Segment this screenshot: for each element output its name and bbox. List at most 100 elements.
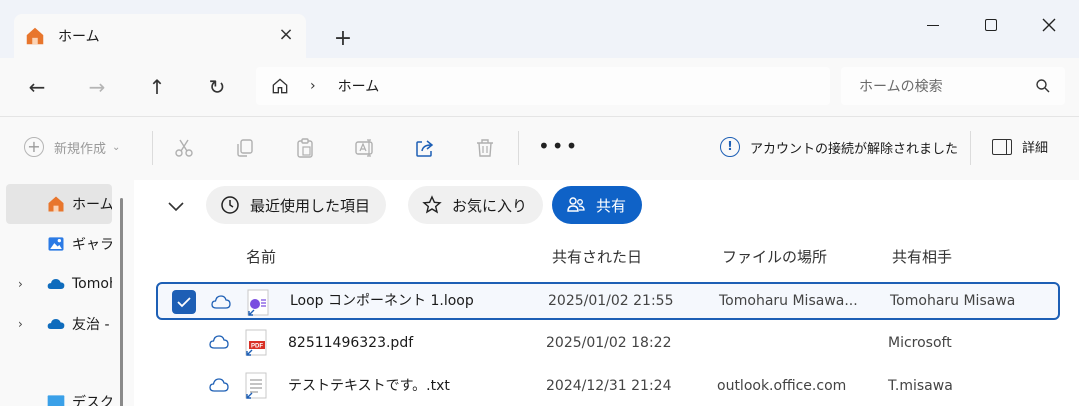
sidebar-item-desktop[interactable]: デスクトップ xyxy=(6,382,112,406)
sidebar-item-home[interactable]: ホーム xyxy=(6,184,112,224)
details-label: 詳細 xyxy=(1022,141,1049,156)
up-button[interactable]: ↑ xyxy=(144,74,170,100)
expand-chevron-icon[interactable]: › xyxy=(18,277,23,291)
divider xyxy=(518,131,519,165)
star-icon xyxy=(422,195,442,214)
address-bar[interactable]: › ホーム xyxy=(256,67,830,105)
divider xyxy=(970,131,971,165)
new-button[interactable]: + 新規作成 ⌄ xyxy=(24,137,120,157)
info-icon: ! xyxy=(720,137,740,157)
filter-shared-label: 共有 xyxy=(596,196,627,215)
desktop-icon xyxy=(47,395,65,406)
cloud-status-icon xyxy=(209,378,229,392)
home-icon xyxy=(26,27,44,45)
checkmark-icon xyxy=(177,297,191,308)
sidebar-item-label: 友治 - 個人用 xyxy=(72,317,112,333)
table-row[interactable]: Loop コンポーネント 1.loop 2025/01/02 21:55 Tom… xyxy=(156,282,1060,320)
row-checkbox[interactable] xyxy=(172,290,196,314)
details-button[interactable]: 詳細 xyxy=(992,137,1048,156)
sidebar-item-onedrive-personal[interactable]: › 友治 - 個人用 xyxy=(6,304,112,344)
column-header-location[interactable]: ファイルの場所 xyxy=(722,246,827,267)
filter-favorites[interactable]: お気に入り xyxy=(408,186,544,224)
navigation-pane: ホーム ギャラリー › Tomoharu › 友治 - 個人用 xyxy=(0,180,134,406)
loop-file-icon xyxy=(247,289,269,316)
pdf-file-icon: PDF xyxy=(245,329,267,356)
file-shared-with: Tomoharu Misawa xyxy=(890,293,1016,309)
more-options-button[interactable]: ••• xyxy=(538,136,579,156)
tab-home[interactable]: ホーム × xyxy=(14,14,306,58)
title-bar: ホーム × + xyxy=(0,0,1079,58)
sidebar-item-label: ギャラリー xyxy=(72,237,112,253)
details-pane-icon xyxy=(992,138,1012,155)
svg-text:PDF: PDF xyxy=(251,344,263,350)
clipboard-icon xyxy=(297,138,313,158)
gallery-icon xyxy=(48,237,64,251)
breadcrumb-chevron-icon: › xyxy=(310,78,316,94)
notice-text: アカウントの接続が解除されました xyxy=(750,141,959,157)
command-bar: + 新規作成 ⌄ ••• ! アカウントの接続が解除されました 詳細 xyxy=(0,116,1079,180)
clock-icon xyxy=(221,196,239,214)
expand-chevron-icon[interactable]: › xyxy=(18,317,23,331)
trash-icon xyxy=(477,139,493,157)
close-icon xyxy=(1042,18,1056,32)
copy-button[interactable] xyxy=(234,137,256,159)
search-input[interactable]: ホームの検索 xyxy=(841,67,1065,105)
minimize-icon xyxy=(927,25,939,27)
refresh-button[interactable]: ↻ xyxy=(204,74,230,100)
cloud-status-icon xyxy=(211,295,231,309)
copy-icon xyxy=(237,139,253,157)
table-row[interactable]: PDF 82511496323.pdf 2025/01/02 18:22 Mic… xyxy=(156,324,1060,362)
file-shared-with: T.misawa xyxy=(888,378,953,394)
filter-favorites-label: お気に入り xyxy=(452,196,528,215)
sidebar-item-gallery[interactable]: ギャラリー xyxy=(6,224,112,264)
tab-close-icon[interactable]: × xyxy=(276,25,296,45)
people-icon xyxy=(567,197,585,212)
sidebar-item-onedrive-work[interactable]: › Tomoharu xyxy=(6,264,112,304)
minimize-button[interactable] xyxy=(918,12,948,38)
file-name[interactable]: 82511496323.pdf xyxy=(288,324,413,362)
column-header-shared-date[interactable]: 共有された日 xyxy=(552,246,642,267)
chevron-down-icon[interactable] xyxy=(164,194,188,218)
cut-button[interactable] xyxy=(173,137,195,159)
maximize-button[interactable] xyxy=(976,12,1006,38)
share-button[interactable] xyxy=(414,137,436,159)
file-shared-date: 2025/01/02 21:55 xyxy=(548,293,674,309)
sidebar-item-label: Tomoharu xyxy=(72,276,112,292)
cloud-status-icon xyxy=(209,335,229,349)
divider xyxy=(152,131,153,165)
chevron-down-icon: ⌄ xyxy=(112,141,121,153)
sidebar-item-label: ホーム xyxy=(72,197,112,213)
close-window-button[interactable] xyxy=(1034,12,1064,38)
sidebar-item-label: デスクトップ xyxy=(72,395,112,406)
column-header-name[interactable]: 名前 xyxy=(246,246,276,267)
account-notice[interactable]: ! アカウントの接続が解除されました xyxy=(720,137,958,157)
file-location[interactable]: outlook.office.com xyxy=(717,367,846,405)
navigation-bar: ← → ↑ ↻ › ホーム ホームの検索 xyxy=(0,58,1079,116)
column-header-shared-with[interactable]: 共有相手 xyxy=(892,246,952,267)
forward-button[interactable]: → xyxy=(84,74,110,100)
plus-circle-icon: + xyxy=(24,137,44,157)
breadcrumb-location[interactable]: ホーム xyxy=(338,76,380,96)
home-outline-icon xyxy=(272,78,288,94)
tab-title: ホーム xyxy=(58,29,100,45)
rename-icon xyxy=(355,139,373,157)
paste-button[interactable] xyxy=(294,137,316,159)
delete-button[interactable] xyxy=(474,137,496,159)
maximize-icon xyxy=(985,19,997,31)
file-name[interactable]: テストテキストです。.txt xyxy=(288,367,450,405)
onedrive-icon xyxy=(47,319,65,329)
back-button[interactable]: ← xyxy=(24,74,50,100)
rename-button[interactable] xyxy=(354,137,376,159)
filter-shared[interactable]: 共有 xyxy=(552,186,643,224)
file-name[interactable]: Loop コンポーネント 1.loop xyxy=(290,284,474,318)
table-row[interactable]: テストテキストです。.txt 2024/12/31 21:24 outlook.… xyxy=(156,367,1060,405)
onedrive-icon xyxy=(47,279,65,289)
scissors-icon xyxy=(175,139,193,157)
new-tab-button[interactable]: + xyxy=(330,26,356,52)
file-location[interactable]: Tomoharu Misawa... xyxy=(719,284,858,318)
filter-recent-label: 最近使用した項目 xyxy=(250,196,371,215)
search-placeholder: ホームの検索 xyxy=(859,79,943,95)
filter-recent[interactable]: 最近使用した項目 xyxy=(206,186,387,224)
new-label: 新規作成 xyxy=(54,141,107,157)
sidebar-scrollbar[interactable] xyxy=(120,198,123,406)
